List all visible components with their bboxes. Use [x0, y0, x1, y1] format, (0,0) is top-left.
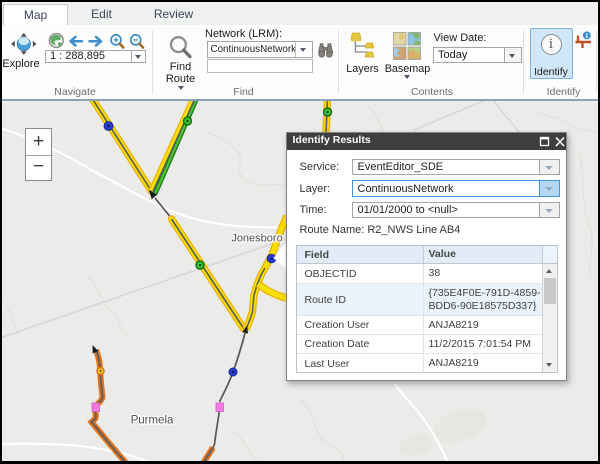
svg-text:Purmela: Purmela	[131, 415, 174, 427]
svg-text:Jonesboro: Jonesboro	[231, 233, 282, 245]
svg-text:i: i	[586, 31, 588, 40]
